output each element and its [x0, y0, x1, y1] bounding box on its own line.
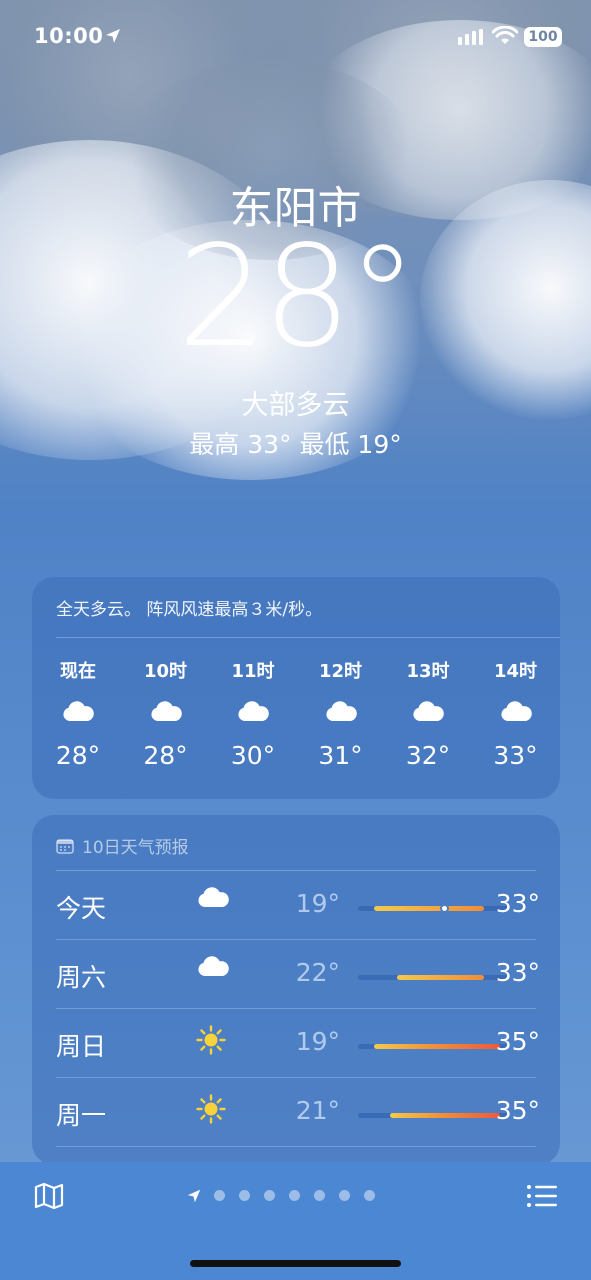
daily-header-label: 10日天气预报	[82, 838, 189, 858]
location-arrow-icon	[106, 29, 120, 43]
low-temperature: 19°	[295, 889, 340, 918]
temperature-range-fill	[373, 1044, 501, 1049]
temperature-range-bar	[358, 1044, 508, 1049]
page-dot[interactable]	[314, 1190, 325, 1201]
sun-icon	[196, 1094, 226, 1128]
daily-row[interactable]: 周日 19° 35°	[56, 1009, 540, 1078]
hour-label: 13时	[406, 661, 450, 682]
cloud-icon	[196, 887, 230, 912]
current-temperature: 28°	[177, 216, 417, 379]
map-icon[interactable]	[34, 1182, 64, 1210]
low-temperature: 22°	[295, 958, 340, 987]
page-dot[interactable]	[289, 1190, 300, 1201]
hour-temperature: 28°	[143, 741, 188, 770]
page-dot[interactable]	[214, 1190, 225, 1201]
high-temperature: 35°	[495, 1027, 540, 1056]
daily-row[interactable]: 周六 22° 33°	[56, 940, 540, 1009]
day-name: 周六	[56, 963, 107, 992]
daily-forecast-card[interactable]: 10日天气预报 今天 19° 33° 周六 22° 33° 周日 19° 35° 周一…	[32, 815, 560, 1165]
day-name: 周日	[56, 1032, 107, 1061]
sun-icon	[196, 1025, 226, 1059]
temperature-range-bar	[358, 1113, 508, 1118]
hour-temperature: 31°	[318, 741, 363, 770]
page-dot[interactable]	[339, 1190, 350, 1201]
home-indicator	[190, 1260, 401, 1267]
weather-condition: 大部多云	[241, 390, 350, 421]
temperature-range-fill	[389, 1113, 501, 1118]
day-name: 周一	[56, 1101, 107, 1130]
hourly-item: 12时 31°	[301, 657, 381, 770]
cloud-icon	[126, 681, 206, 741]
hour-label: 10时	[143, 661, 188, 682]
temperature-range-fill	[397, 975, 485, 980]
temperature-range-fill	[373, 906, 485, 911]
hourly-item: 13时 32°	[388, 657, 468, 770]
divider	[56, 637, 560, 638]
cloud-icon	[213, 681, 293, 741]
cloud-icon	[38, 681, 118, 741]
daily-row[interactable]: 今天 19° 33°	[56, 871, 540, 940]
high-temperature: 33°	[495, 958, 540, 987]
temperature-range-bar	[358, 975, 508, 980]
wifi-icon	[492, 26, 518, 44]
low-temperature: 19°	[295, 1027, 340, 1056]
hourly-item: 10时 28°	[126, 657, 206, 770]
status-time: 10:00	[34, 24, 104, 48]
hourly-item: 现在 28°	[38, 657, 118, 770]
cloud-icon	[476, 681, 556, 741]
hour-label: 11时	[231, 661, 275, 682]
current-location-page-icon[interactable]	[186, 1188, 202, 1204]
hourly-item: 14时 33°	[476, 657, 556, 770]
battery-indicator: 100	[524, 27, 562, 47]
status-bar: 10:00 100	[0, 0, 591, 76]
cloud-icon	[301, 681, 381, 741]
hour-temperature: 30°	[230, 741, 276, 770]
low-temperature: 21°	[295, 1096, 340, 1125]
high-low-temperature: 最高 33° 最低 19°	[189, 430, 402, 459]
page-dot[interactable]	[239, 1190, 250, 1201]
daily-row[interactable]: 周一 21° 35°	[56, 1078, 540, 1147]
page-dot[interactable]	[264, 1190, 275, 1201]
cloud-icon	[196, 956, 230, 981]
list-icon[interactable]	[526, 1184, 558, 1208]
temperature-range-bar	[358, 904, 508, 913]
hour-temperature: 28°	[55, 741, 101, 770]
calendar-icon	[56, 838, 74, 854]
high-temperature: 33°	[495, 889, 540, 918]
daily-header: 10日天气预报	[56, 833, 189, 858]
hour-label: 14时	[493, 661, 538, 682]
hourly-summary: 全天多云。 阵风风速最高３米/秒。	[56, 600, 323, 620]
day-name: 今天	[56, 894, 107, 923]
hourly-item: 11时 30°	[213, 657, 293, 770]
page-indicator[interactable]	[214, 1190, 375, 1201]
hour-label: 现在	[60, 661, 96, 682]
hour-label: 12时	[318, 661, 363, 682]
cloud-icon	[388, 681, 468, 741]
current-temperature-marker	[440, 904, 450, 913]
page-dot[interactable]	[364, 1190, 375, 1201]
hour-temperature: 32°	[405, 741, 451, 770]
high-temperature: 35°	[495, 1096, 540, 1125]
hourly-forecast-card[interactable]: 全天多云。 阵风风速最高３米/秒。 现在 28° 10时 28° 11时 30° 12…	[32, 577, 560, 799]
hour-temperature: 33°	[493, 741, 538, 770]
cellular-signal-icon	[458, 29, 483, 45]
